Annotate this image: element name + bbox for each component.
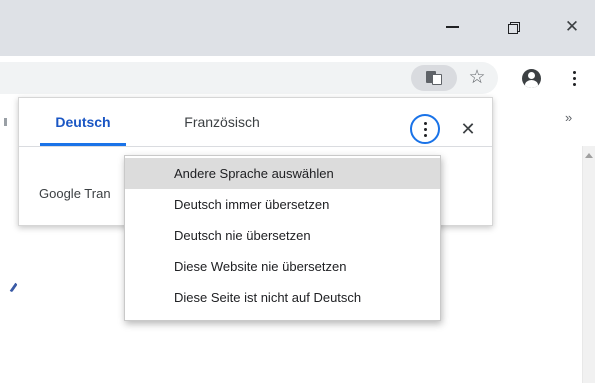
restore-button[interactable] (498, 12, 528, 42)
star-icon: ☆ (468, 67, 486, 88)
browser-menu-button[interactable] (564, 65, 584, 91)
menu-item-always-translate[interactable]: Deutsch immer übersetzen (125, 189, 440, 220)
restore-icon (507, 21, 520, 34)
translate-icon (426, 71, 442, 85)
menu-item-never-translate-language[interactable]: Deutsch nie übersetzen (125, 220, 440, 251)
toolbar: ☆ (0, 56, 595, 100)
close-icon: ✕ (460, 119, 476, 139)
translate-options-button[interactable] (410, 114, 440, 144)
bubble-close-button[interactable]: ✕ (456, 114, 480, 144)
tab-deutsch[interactable]: Deutsch (40, 98, 126, 146)
more-vert-icon (423, 121, 427, 137)
tabs-divider (19, 146, 492, 147)
profile-button[interactable] (518, 65, 544, 91)
bookmarks-overflow-button[interactable]: » (565, 110, 572, 125)
bookmark-star-button[interactable]: ☆ (464, 66, 490, 90)
menu-item-never-translate-site[interactable]: Diese Website nie übersetzen (125, 251, 440, 282)
minimize-icon (445, 26, 459, 28)
more-vert-icon (572, 70, 576, 86)
close-icon: ✕ (564, 17, 580, 36)
page-check-mark (2, 277, 18, 293)
account-icon (521, 68, 541, 88)
google-translate-label: Google Tran (39, 186, 111, 201)
translate-button[interactable] (411, 65, 457, 91)
window-close-button[interactable]: ✕ (557, 12, 587, 42)
menu-item-other-language[interactable]: Andere Sprache auswählen (125, 158, 440, 189)
menu-item-page-not-in-language[interactable]: Diese Seite ist nicht auf Deutsch (125, 282, 440, 313)
scrollbar[interactable] (582, 146, 595, 383)
address-bar[interactable]: ☆ (0, 62, 498, 94)
page-edge-marker (4, 118, 7, 126)
tab-franzoesisch[interactable]: Französisch (169, 98, 275, 146)
title-bar: ✕ (0, 0, 595, 56)
scroll-up-arrow-icon[interactable] (585, 153, 593, 158)
translate-options-menu: Andere Sprache auswählen Deutsch immer ü… (124, 155, 441, 321)
minimize-button[interactable] (437, 12, 467, 42)
